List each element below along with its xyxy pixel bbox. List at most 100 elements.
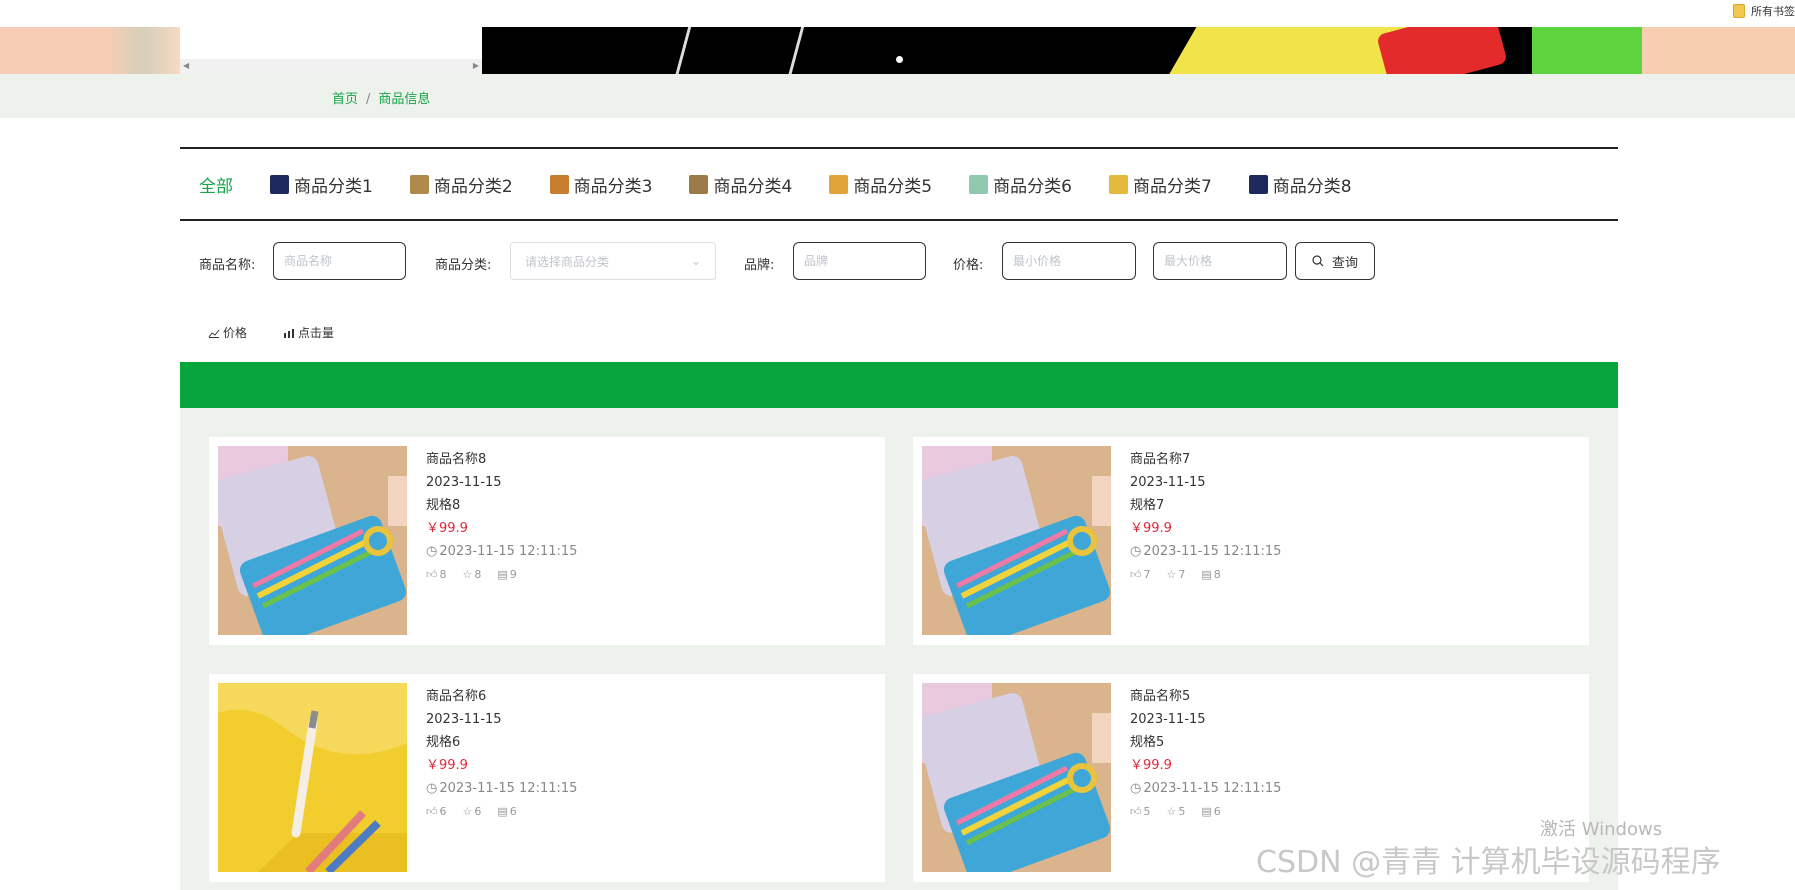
comment-icon: ▤ [497, 568, 508, 581]
tab-category-1[interactable]: 商品分类1 [270, 172, 373, 197]
thumb-up-icon: 👍︎ [1130, 805, 1142, 818]
product-card[interactable]: 商品名称6 2023-11-15 规格6 ￥99.9 ◷ 2023-11-15 1… [209, 674, 885, 882]
product-image[interactable] [218, 446, 407, 635]
star-icon: ☆ [1166, 805, 1177, 818]
comment-icon: ▤ [1201, 805, 1212, 818]
product-name[interactable]: 商品名称6 [426, 685, 577, 708]
comments[interactable]: ▤ 6 [497, 800, 516, 823]
breadcrumb: 首页 / 商品信息 [332, 88, 430, 107]
tab-label: 商品分类4 [713, 176, 793, 197]
tab-category-3[interactable]: 商品分类3 [549, 172, 652, 197]
category-thumbnail [270, 174, 289, 194]
category-select[interactable]: 请选择商品分类 ⌄ [510, 242, 716, 280]
breadcrumb-current: 商品信息 [378, 92, 431, 107]
star-icon: ☆ [462, 568, 473, 581]
thumb-up-icon: 👍︎ [1130, 568, 1142, 581]
tab-category-4[interactable]: 商品分类4 [689, 172, 792, 197]
product-time-text: 2023-11-15 12:11:15 [439, 544, 578, 559]
tab-category-8[interactable]: 商品分类8 [1248, 172, 1352, 197]
product-spec: 规格6 [426, 735, 461, 750]
likes[interactable]: 👍︎ 8 [426, 563, 447, 586]
favorites[interactable]: ☆ 5 [1167, 800, 1186, 823]
bar-chart-icon [284, 328, 295, 338]
product-card[interactable]: 商品名称7 2023-11-15 规格7 ￥99.9 ◷ 2023-11-15 1… [913, 437, 1589, 645]
thumb-up-icon: 👍︎ [426, 568, 438, 581]
pencil-case-image [922, 683, 1111, 872]
tab-category-2[interactable]: 商品分类2 [409, 172, 513, 197]
product-image[interactable] [922, 446, 1111, 635]
favorites[interactable]: ☆ 6 [463, 800, 482, 823]
sort-by-clicks[interactable]: 点击量 [283, 324, 334, 341]
tab-label: 商品分类6 [993, 176, 1072, 197]
product-name[interactable]: 商品名称8 [426, 448, 577, 471]
tab-label: 商品分类8 [1272, 176, 1352, 197]
product-date: 2023-11-15 [1130, 475, 1206, 490]
comments[interactable]: ▤ 9 [497, 563, 516, 586]
tab-all[interactable]: 全部 [199, 172, 233, 197]
brand-label: 品牌: [744, 258, 775, 273]
clock-icon: ◷ [1130, 544, 1142, 559]
bookmarks-folder[interactable]: 所有书签 [1733, 2, 1795, 20]
brand-input[interactable] [793, 242, 926, 280]
product-date: 2023-11-15 [426, 475, 502, 490]
price-label: 价格: [953, 258, 984, 273]
product-time: ◷ 2023-11-15 12:11:15 [426, 777, 577, 800]
filter-bar: 商品名称: 商品分类: 请选择商品分类 ⌄ 品牌: 价格: 查询 [180, 242, 1618, 282]
clock-icon: ◷ [426, 544, 438, 559]
product-spec: 规格7 [1130, 498, 1165, 513]
likes-count: 6 [439, 805, 447, 818]
horizontal-scrollbar[interactable]: ◀ ▶ [180, 59, 482, 74]
banner-carousel[interactable] [482, 27, 1795, 74]
name-input[interactable] [273, 242, 406, 280]
category-thumbnail [549, 174, 569, 194]
carousel-indicator[interactable] [896, 56, 903, 63]
trend-icon [208, 329, 220, 338]
product-time-text: 2023-11-15 12:11:15 [439, 781, 578, 796]
likes[interactable]: 👍︎ 7 [1130, 563, 1151, 586]
clock-icon: ◷ [426, 781, 438, 796]
search-button[interactable]: 查询 [1295, 242, 1375, 280]
likes[interactable]: 👍︎ 5 [1130, 800, 1151, 823]
likes-count: 8 [439, 568, 447, 581]
favorites[interactable]: ☆ 8 [463, 563, 482, 586]
product-card[interactable]: 商品名称8 2023-11-15 规格8 ￥99.9 ◷ 2023-11-15 1… [209, 437, 885, 645]
product-stats: 👍︎ 5 ☆ 5 ▤ 6 [1130, 800, 1281, 823]
banner-graphic [1642, 27, 1795, 74]
product-name[interactable]: 商品名称7 [1130, 448, 1281, 471]
tab-category-5[interactable]: 商品分类5 [829, 172, 932, 197]
product-image[interactable] [922, 683, 1111, 872]
product-time-text: 2023-11-15 12:11:15 [1143, 544, 1282, 559]
category-thumbnail [969, 174, 989, 194]
product-stats: 👍︎ 7 ☆ 7 ▤ 8 [1130, 563, 1281, 586]
pencil-case-image [218, 446, 407, 635]
comment-icon: ▤ [1201, 568, 1212, 581]
sort-by-price[interactable]: 价格 [208, 324, 247, 341]
scroll-right-icon[interactable]: ▶ [473, 61, 479, 70]
banner-graphic [1532, 27, 1642, 74]
category-tabs: 全部 商品分类1 商品分类2 商品分类3 商品分类4 商品分类5 商品分类6 商… [180, 147, 1618, 221]
tab-category-6[interactable]: 商品分类6 [969, 172, 1072, 197]
product-info: 商品名称6 2023-11-15 规格6 ￥99.9 ◷ 2023-11-15 1… [426, 685, 577, 823]
breadcrumb-home[interactable]: 首页 [332, 92, 358, 107]
favorites-count: 7 [1178, 568, 1186, 581]
product-date: 2023-11-15 [1130, 712, 1206, 727]
likes[interactable]: 👍︎ 6 [426, 800, 447, 823]
product-time: ◷ 2023-11-15 12:11:15 [426, 540, 577, 563]
favorites[interactable]: ☆ 7 [1167, 563, 1186, 586]
banner-graphic [673, 27, 807, 74]
min-price-input[interactable] [1002, 242, 1136, 280]
comments[interactable]: ▤ 8 [1201, 563, 1220, 586]
comment-icon: ▤ [497, 805, 508, 818]
product-info: 商品名称7 2023-11-15 规格7 ￥99.9 ◷ 2023-11-15 1… [1130, 448, 1281, 586]
tab-category-7[interactable]: 商品分类7 [1108, 172, 1212, 197]
scroll-left-icon[interactable]: ◀ [183, 61, 189, 70]
product-time: ◷ 2023-11-15 12:11:15 [1130, 540, 1281, 563]
product-info: 商品名称8 2023-11-15 规格8 ￥99.9 ◷ 2023-11-15 1… [426, 448, 577, 586]
max-price-input[interactable] [1153, 242, 1287, 280]
comments[interactable]: ▤ 6 [1201, 800, 1220, 823]
product-image[interactable] [218, 683, 407, 872]
sort-clicks-label: 点击量 [298, 326, 335, 340]
comments-count: 8 [1213, 568, 1221, 581]
tab-label: 商品分类2 [433, 176, 513, 197]
product-name[interactable]: 商品名称5 [1130, 685, 1281, 708]
